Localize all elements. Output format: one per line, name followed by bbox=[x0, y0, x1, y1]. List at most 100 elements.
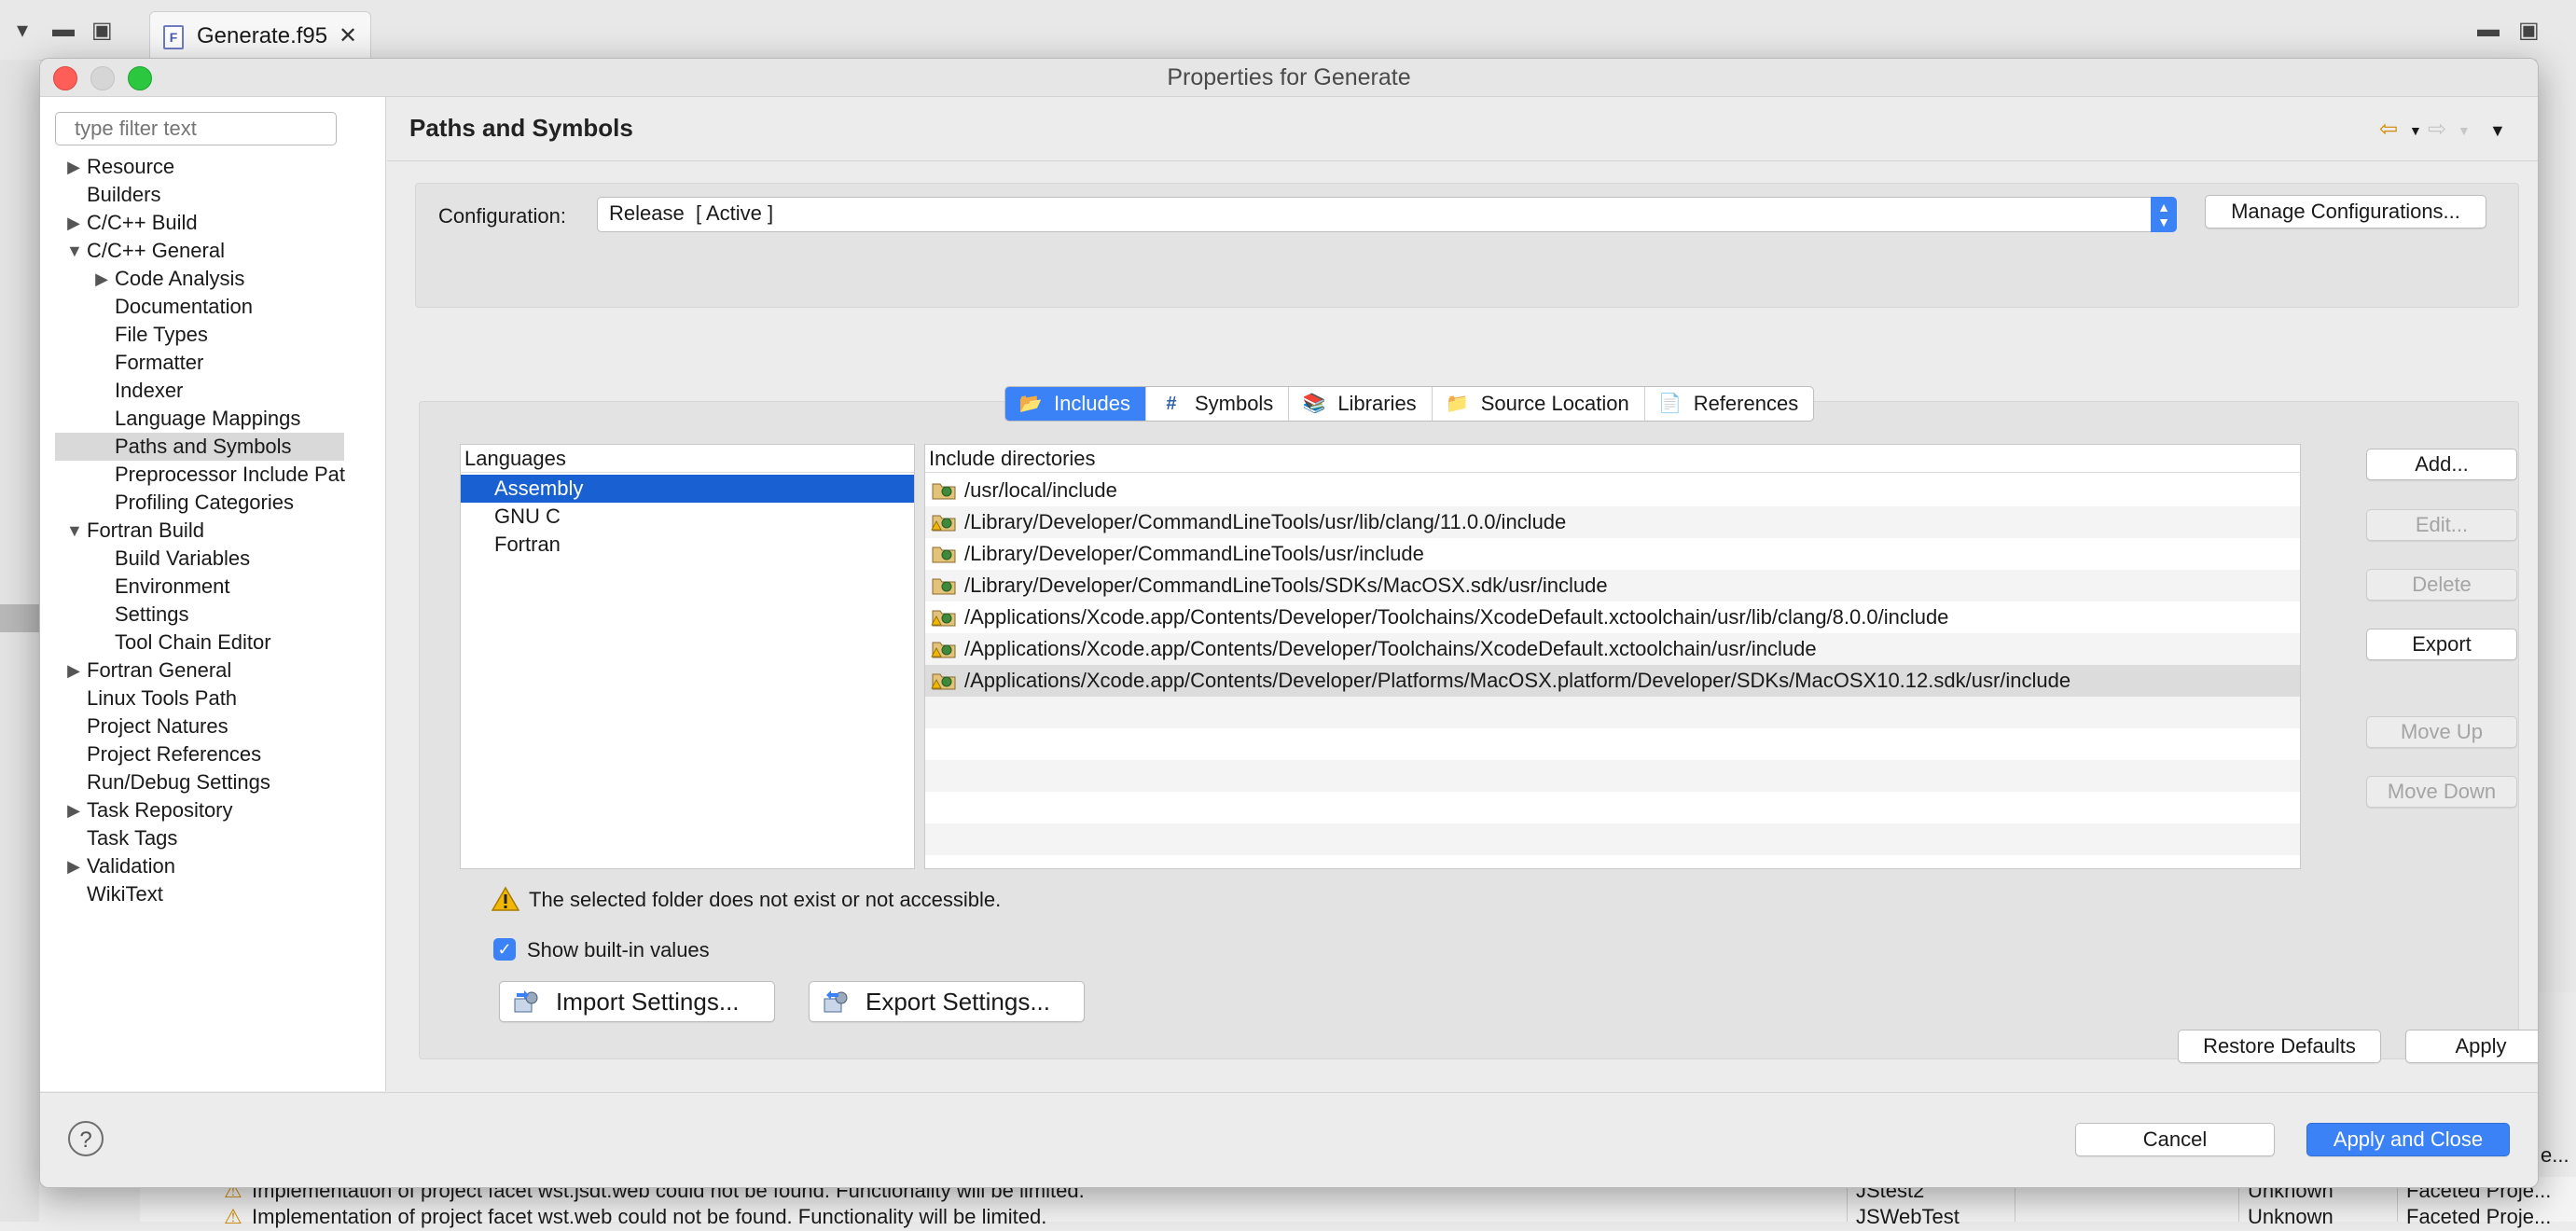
close-icon[interactable]: ✕ bbox=[339, 22, 357, 49]
language-item[interactable]: GNU C bbox=[461, 503, 914, 531]
tree-item-label: Task Repository bbox=[87, 798, 233, 822]
maximize-icon[interactable]: ▣ bbox=[2518, 17, 2540, 44]
expanded-triangle-icon[interactable]: ▼ bbox=[66, 237, 83, 265]
tree-item[interactable]: Task Tags bbox=[40, 824, 385, 852]
delete-button[interactable]: Delete bbox=[2366, 569, 2517, 601]
tab-includes[interactable]: 📂 Includes bbox=[1005, 387, 1146, 421]
move-down-button[interactable]: Move Down bbox=[2366, 776, 2517, 808]
include-row bbox=[925, 760, 2300, 792]
include-directories-header: Include directories bbox=[925, 445, 2300, 473]
add-button[interactable]: Add... bbox=[2366, 449, 2517, 480]
include-row[interactable]: /Applications/Xcode.app/Contents/Develop… bbox=[925, 665, 2300, 697]
tree-item[interactable]: Tool Chain Editor bbox=[40, 629, 385, 657]
languages-list[interactable]: Languages Assembly GNU C Fortran bbox=[460, 444, 915, 869]
tree-item[interactable]: Indexer bbox=[40, 377, 385, 405]
include-row[interactable]: /Library/Developer/CommandLineTools/SDKs… bbox=[925, 570, 2300, 602]
chevron-down-icon[interactable]: ▼ bbox=[2458, 123, 2471, 138]
edit-button[interactable]: Edit... bbox=[2366, 509, 2517, 541]
configuration-select[interactable]: Release [ Active ] ▲ ▼ bbox=[597, 197, 2177, 232]
include-row[interactable]: /Library/Developer/CommandLineTools/usr/… bbox=[925, 538, 2300, 570]
tree-item[interactable]: File Types bbox=[40, 321, 385, 349]
tree-item[interactable]: Language Mappings bbox=[40, 405, 385, 433]
restore-defaults-button[interactable]: Restore Defaults bbox=[2178, 1030, 2381, 1063]
tree-item[interactable]: Project References bbox=[40, 740, 385, 768]
forward-arrow-icon[interactable]: ⇨ bbox=[2428, 116, 2446, 143]
folder-warning-icon bbox=[931, 515, 956, 532]
back-arrow-icon[interactable]: ⇦ bbox=[2379, 116, 2398, 143]
tree-item-label: Fortran Build bbox=[87, 519, 204, 542]
tab-references[interactable]: 📄 References bbox=[1645, 387, 1814, 421]
tree-item-label: WikiText bbox=[87, 882, 163, 906]
include-row[interactable]: /usr/local/include bbox=[925, 475, 2300, 506]
tab-label: Libraries bbox=[1337, 392, 1417, 415]
filter-input[interactable] bbox=[55, 112, 337, 145]
collapsed-triangle-icon[interactable]: ▶ bbox=[66, 657, 81, 685]
collapsed-triangle-icon[interactable]: ▶ bbox=[66, 796, 81, 824]
export-settings-button[interactable]: Export Settings... bbox=[809, 981, 1085, 1022]
tree-item-label: Environment bbox=[115, 574, 230, 598]
include-row bbox=[925, 697, 2300, 728]
include-row[interactable]: /Library/Developer/CommandLineTools/usr/… bbox=[925, 506, 2300, 538]
tree-item[interactable]: Run/Debug Settings bbox=[40, 768, 385, 796]
tree-item[interactable]: ▶ Task Repository bbox=[40, 796, 385, 824]
tree-item-label: Paths and Symbols bbox=[115, 435, 292, 458]
view-menu-icon[interactable]: ▼ bbox=[2489, 121, 2506, 141]
table-row[interactable]: ⚠ Implementation of project facet wst.we… bbox=[140, 1205, 2576, 1231]
collapsed-triangle-icon[interactable]: ▶ bbox=[66, 852, 81, 880]
include-row[interactable]: /Applications/Xcode.app/Contents/Develop… bbox=[925, 633, 2300, 665]
tab-source-location[interactable]: 📁 Source Location bbox=[1433, 387, 1645, 421]
tree-item[interactable]: Builders bbox=[40, 181, 385, 209]
minimize-icon[interactable]: ▬ bbox=[52, 17, 75, 43]
tree-item[interactable]: ▶ Code Analysis bbox=[40, 265, 385, 293]
import-settings-button[interactable]: Import Settings... bbox=[499, 981, 775, 1022]
tree-item-label: Settings bbox=[115, 602, 189, 626]
tree-item[interactable]: Settings bbox=[40, 601, 385, 629]
move-up-button[interactable]: Move Up bbox=[2366, 716, 2517, 748]
help-icon[interactable]: ? bbox=[68, 1121, 104, 1156]
tree-item[interactable]: Preprocessor Include Pat bbox=[40, 461, 385, 489]
maximize-icon[interactable]: ▣ bbox=[91, 17, 113, 44]
tree-item[interactable]: Profiling Categories bbox=[40, 489, 385, 517]
folder-icon bbox=[932, 578, 956, 595]
folder-icon bbox=[932, 483, 956, 500]
tree-item[interactable]: ▶ Resource bbox=[40, 153, 385, 181]
manage-configurations-button[interactable]: Manage Configurations... bbox=[2205, 195, 2486, 228]
language-item[interactable]: Fortran bbox=[461, 531, 914, 559]
tree-item[interactable]: WikiText bbox=[40, 880, 385, 908]
tree-item[interactable]: Project Natures bbox=[40, 712, 385, 740]
minimize-icon[interactable]: ▬ bbox=[2477, 17, 2500, 43]
include-row[interactable]: /Applications/Xcode.app/Contents/Develop… bbox=[925, 602, 2300, 633]
tree-item[interactable]: Environment bbox=[40, 573, 385, 601]
tab-libraries[interactable]: 📚 Libraries bbox=[1289, 387, 1433, 421]
tree-item[interactable]: ▼ Fortran Build bbox=[40, 517, 385, 545]
view-menu-icon[interactable]: ▾ bbox=[17, 17, 28, 44]
cancel-button[interactable]: Cancel bbox=[2075, 1123, 2275, 1156]
source-folder-icon: 📁 bbox=[1446, 394, 1470, 414]
property-page: Paths and Symbols ⇦ ▼ ⇨ ▼ ▼ Configuratio… bbox=[387, 97, 2538, 1091]
language-item[interactable]: Assembly bbox=[461, 475, 914, 503]
collapsed-triangle-icon[interactable]: ▶ bbox=[94, 265, 109, 293]
apply-button[interactable]: Apply bbox=[2405, 1030, 2538, 1063]
apply-and-close-button[interactable]: Apply and Close bbox=[2306, 1123, 2510, 1156]
tree-item-label: Project References bbox=[87, 742, 262, 766]
tree-item-label: Fortran General bbox=[87, 658, 232, 682]
tree-item[interactable]: Paths and Symbols bbox=[55, 433, 344, 461]
include-directories-list[interactable]: Include directories /usr/local/include/L… bbox=[924, 444, 2301, 869]
collapsed-triangle-icon[interactable]: ▶ bbox=[66, 209, 81, 237]
tree-item[interactable]: Formatter bbox=[40, 349, 385, 377]
export-button[interactable]: Export bbox=[2366, 629, 2517, 660]
chevron-down-icon[interactable]: ▼ bbox=[2409, 123, 2422, 138]
expanded-triangle-icon[interactable]: ▼ bbox=[66, 517, 83, 545]
tree-item[interactable]: Documentation bbox=[40, 293, 385, 321]
editor-tab[interactable]: F Generate.f95 ✕ bbox=[149, 11, 371, 59]
show-builtin-checkbox[interactable]: ✓ bbox=[493, 938, 516, 961]
tree-item[interactable]: Linux Tools Path bbox=[40, 685, 385, 712]
tree-item[interactable]: ▼ C/C++ General bbox=[40, 237, 385, 265]
collapsed-triangle-icon[interactable]: ▶ bbox=[66, 153, 81, 181]
configuration-label: Configuration: bbox=[438, 204, 566, 228]
tab-symbols[interactable]: # Symbols bbox=[1146, 387, 1290, 421]
tree-item[interactable]: ▶ Validation bbox=[40, 852, 385, 880]
tree-item[interactable]: Build Variables bbox=[40, 545, 385, 573]
tree-item[interactable]: ▶ C/C++ Build bbox=[40, 209, 385, 237]
tree-item[interactable]: ▶ Fortran General bbox=[40, 657, 385, 685]
